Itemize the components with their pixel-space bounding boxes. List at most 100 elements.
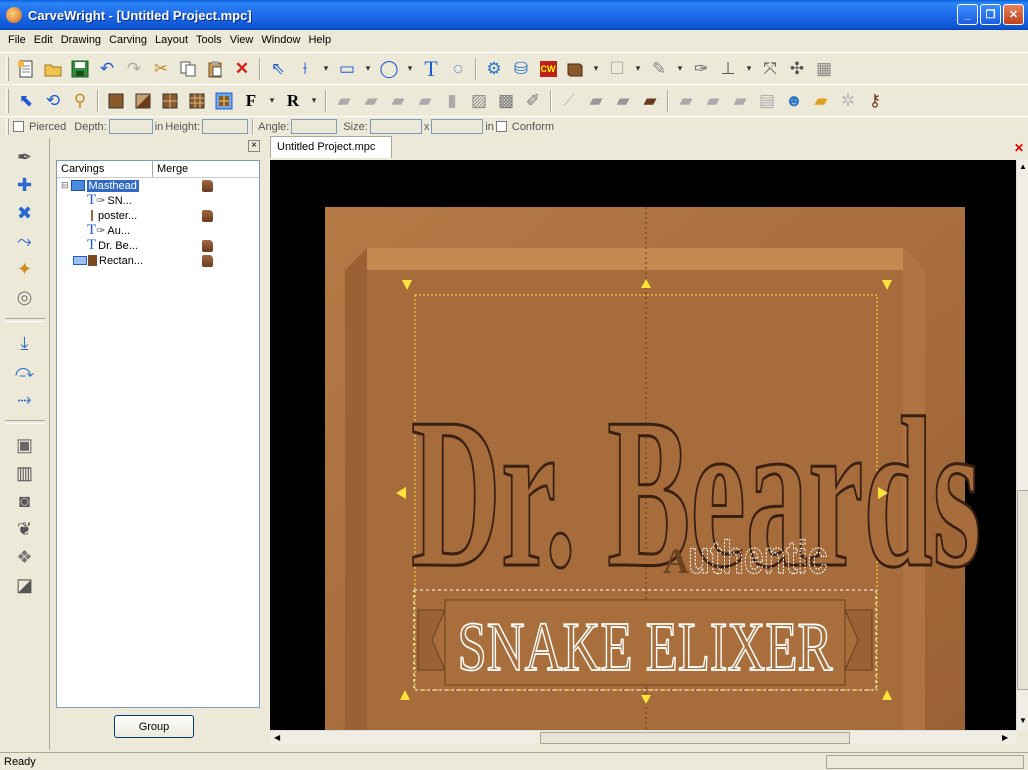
pen-icon[interactable]: ✒	[11, 144, 39, 170]
bit-5-icon[interactable]: ▮	[440, 89, 464, 113]
target-icon[interactable]: ◎	[11, 284, 39, 310]
shell-icon[interactable]: ⚙	[482, 57, 506, 81]
menu-view[interactable]: View	[230, 34, 254, 46]
texture-icon[interactable]: ◪	[11, 572, 39, 598]
tree-item-dr-beards[interactable]: T Dr. Be...	[57, 237, 259, 253]
size-height-field[interactable]	[431, 119, 484, 134]
grid-b-icon[interactable]	[185, 89, 209, 113]
horizontal-scrollbar[interactable]: ◀ ▶	[270, 730, 1016, 744]
dropdown-arrow-icon[interactable]: ▾	[404, 57, 416, 81]
key-icon[interactable]: ⚷	[863, 89, 887, 113]
size-width-field[interactable]	[369, 119, 422, 134]
sweep-icon[interactable]: ✣	[785, 57, 809, 81]
bit-12-icon[interactable]: ▰	[701, 89, 725, 113]
menu-help[interactable]: Help	[308, 34, 331, 46]
bit-8-icon[interactable]: ⟋	[557, 89, 581, 113]
group-button[interactable]: Group	[114, 715, 194, 738]
outline-text-icon[interactable]: ◌	[446, 57, 470, 81]
scroll-down-icon[interactable]: ▼	[1019, 716, 1027, 725]
path-start-icon[interactable]: ⤓	[11, 330, 39, 356]
align-icon[interactable]: ⤧	[758, 57, 782, 81]
minimize-button[interactable]: _	[957, 4, 978, 25]
select-cursor-icon[interactable]: ⬉	[14, 89, 38, 113]
doc-icon[interactable]: ▤	[755, 89, 779, 113]
scroll-up-icon[interactable]: ▲	[1019, 162, 1027, 171]
dropdown-arrow-icon[interactable]: ▾	[320, 57, 332, 81]
conform-checkbox[interactable]	[495, 121, 507, 132]
menu-file[interactable]: File	[8, 34, 26, 46]
emboss-icon[interactable]: ▣	[11, 432, 39, 458]
menu-window[interactable]: Window	[261, 34, 300, 46]
panel-close-icon[interactable]: ×	[248, 140, 260, 152]
carving-viewport[interactable]: Dr. Beards A uthentic SNAKE ELIXER	[270, 160, 1016, 730]
delete-icon[interactable]: ✕	[230, 57, 254, 81]
polyline-icon[interactable]: ⟊	[293, 57, 317, 81]
copy-icon[interactable]	[176, 57, 200, 81]
folder-icon[interactable]: ▰	[809, 89, 833, 113]
break-node-icon[interactable]: ✦	[11, 256, 39, 282]
restore-button[interactable]: ❐	[980, 4, 1001, 25]
rectangle-icon[interactable]: ▭	[335, 57, 359, 81]
remove-node-icon[interactable]: ✖	[11, 200, 39, 226]
pierced-checkbox[interactable]	[13, 121, 24, 132]
dropdown-arrow-icon[interactable]: ▾	[362, 57, 374, 81]
undo-icon[interactable]: ↶	[95, 57, 119, 81]
spiral-icon[interactable]: ◙	[11, 488, 39, 514]
depth-field[interactable]	[108, 119, 153, 134]
board-canvas[interactable]: Dr. Beards A uthentic SNAKE ELIXER	[270, 160, 1016, 730]
merge-icon[interactable]	[202, 255, 213, 267]
dropdown-arrow-icon[interactable]: ▾	[743, 57, 755, 81]
shape-icon[interactable]: ❦	[11, 516, 39, 542]
cog-icon[interactable]: ✲	[836, 89, 860, 113]
stamp-icon[interactable]: ⊥	[716, 57, 740, 81]
cut-icon[interactable]: ✂	[149, 57, 173, 81]
select-arrow-icon[interactable]: ⇖	[266, 57, 290, 81]
column-merge[interactable]: Merge	[153, 161, 259, 177]
highlight-grid-icon[interactable]	[212, 89, 236, 113]
tab-untitled-project[interactable]: Untitled Project.mpc	[270, 136, 392, 158]
open-folder-icon[interactable]	[41, 57, 65, 81]
redo-icon[interactable]: ↷	[122, 57, 146, 81]
diagonal-icon[interactable]	[131, 89, 155, 113]
tree-item-masthead[interactable]: ⊟ Masthead	[57, 178, 259, 193]
bit-11-icon[interactable]: ▰	[674, 89, 698, 113]
bit-10-icon[interactable]: ▰	[611, 89, 635, 113]
menu-carving[interactable]: Carving	[109, 34, 147, 46]
bit-13-icon[interactable]: ▰	[728, 89, 752, 113]
curve-node-icon[interactable]: ⤳	[11, 228, 39, 254]
save-icon[interactable]	[68, 57, 92, 81]
dropdown-arrow-icon[interactable]: ▾	[308, 89, 320, 113]
roll-icon[interactable]: ❖	[11, 544, 39, 570]
dropdown-arrow-icon[interactable]: ▾	[674, 57, 686, 81]
bit-1-icon[interactable]: ▰	[332, 89, 356, 113]
text-icon[interactable]: T	[419, 56, 443, 81]
feather-icon[interactable]: ✎	[647, 57, 671, 81]
dropdown-arrow-icon[interactable]: ▾	[590, 57, 602, 81]
vertical-scrollbar[interactable]: ▲ ▼	[1016, 160, 1028, 730]
merge-icon[interactable]	[202, 240, 213, 252]
toolbar-grip[interactable]	[6, 118, 9, 135]
tree-item-sn[interactable]: T ✑ SN...	[57, 192, 259, 208]
bit-3-icon[interactable]: ▰	[386, 89, 410, 113]
bit-6-icon[interactable]: ▨	[467, 89, 491, 113]
pattern-icon[interactable]: ✑	[689, 57, 713, 81]
menu-layout[interactable]: Layout	[155, 34, 188, 46]
grid-a-icon[interactable]	[158, 89, 182, 113]
bit-4-icon[interactable]: ▰	[413, 89, 437, 113]
column-carvings[interactable]: Carvings	[57, 161, 153, 177]
toolbar-grip[interactable]	[6, 56, 9, 81]
bowl-icon[interactable]: ⛁	[509, 57, 533, 81]
bit-9-icon[interactable]: ▰	[584, 89, 608, 113]
font-r-icon[interactable]: R	[281, 89, 305, 113]
bit-7-icon[interactable]: ▩	[494, 89, 518, 113]
angle-field[interactable]	[291, 119, 338, 134]
frame-icon[interactable]: ▦	[812, 57, 836, 81]
brown-bit-icon[interactable]: ▰	[638, 89, 662, 113]
tree-item-rectangle[interactable]: Rectan...	[57, 253, 259, 268]
toolbar-grip[interactable]	[6, 88, 9, 113]
document-close-icon[interactable]: ✕	[1014, 141, 1024, 155]
tree-item-au[interactable]: T ✑ Au...	[57, 222, 259, 238]
columns-icon[interactable]: ▥	[11, 460, 39, 486]
menu-tools[interactable]: Tools	[196, 34, 222, 46]
dropdown-arrow-icon[interactable]: ▾	[632, 57, 644, 81]
